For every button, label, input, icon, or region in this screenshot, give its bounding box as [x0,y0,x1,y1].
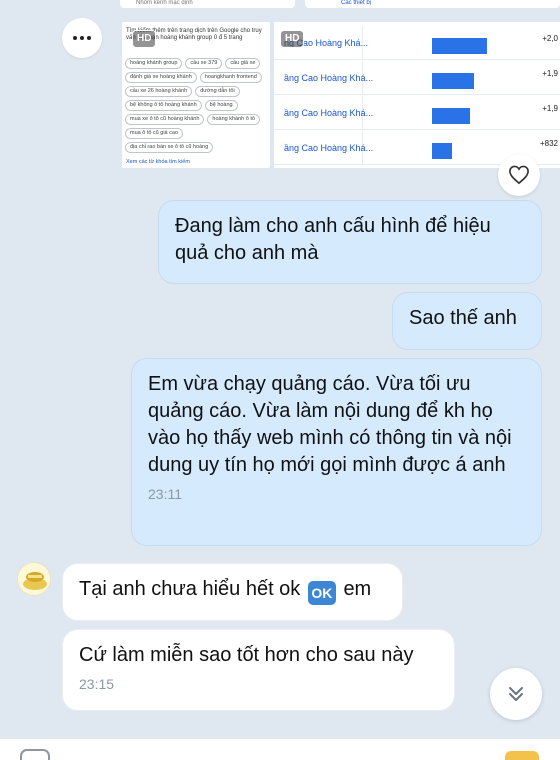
message-text: Em vừa chạy quảng cáo. Vừa tối ưu quảng … [148,373,512,476]
ok-emoji-icon: OK [307,581,336,605]
message-text: Tại anh chưa hiểu hết ok [79,578,301,600]
message-bubble-outgoing[interactable]: Em vừa chạy quảng cáo. Vừa tối ưu quảng … [131,358,542,546]
heart-icon [509,165,529,185]
impression-value: +832 [539,139,558,148]
message-bubble-outgoing[interactable]: Sao thế anh [392,292,542,350]
search-chip: hoangkhanh frontend [199,72,262,83]
message-text: em [343,578,372,600]
composer-bar [0,738,560,760]
impression-bar [432,108,470,124]
message-bubble-incoming[interactable]: Cứ làm miễn sao tốt hơn cho sau này 23:1… [62,629,455,711]
table-row: ầng Cao Hoàng Khá... +1,9 [274,96,560,130]
avatar[interactable] [17,562,51,596]
shared-image-ads-table[interactable]: ng Cao Hoàng Khá... +2,0 ầng Cao Hoàng K… [274,22,560,168]
impression-bar [432,73,474,89]
campaign-name: ầng Cao Hoàng Khá... [284,73,374,83]
scroll-to-bottom-button[interactable] [490,668,542,720]
reaction-button[interactable] [498,154,540,196]
campaign-name: ầng Cao Hoàng Khá... [284,143,374,153]
message-bubble-incoming[interactable]: Tại anh chưa hiểu hết ok OK em [62,563,403,621]
search-chip: đường dẫn tôi [195,86,240,97]
search-chip: hoàng khánh ô tô [207,114,260,125]
search-chip: cầu giá xe [225,58,261,69]
double-chevron-down-icon [509,687,523,701]
message-text: Sao thế anh [409,307,517,329]
search-chip: địa chỉ rao bán xe ô tô cũ hoàng [125,142,214,153]
search-tag: Nhóm kênh mặc định [120,0,295,8]
table-row: ầng Cao Hoàng Khá... +1,9 [274,61,560,95]
hd-badge: HD [132,30,157,48]
table-header-link: Các thiết bị [305,0,560,8]
campaign-name: ầng Cao Hoàng Khá... [284,108,374,118]
search-chip: mua xe ô tô cũ hoàng khánh [125,114,205,125]
search-chip: hoàng khánh group [125,58,183,69]
impression-value: +2,0 [542,34,558,43]
quick-action-icon[interactable] [505,751,539,760]
avatar-image [18,563,50,595]
table-row: ng Cao Hoàng Khá... +2,0 [274,26,560,60]
search-chip: mua ô tô cũ giá cao [125,128,184,139]
hd-badge: HD [280,30,305,48]
impression-bar [432,38,487,54]
message-time: 23:15 [79,676,115,692]
impression-value: +1,9 [542,104,558,113]
previous-image-strip: Nhóm kênh mặc định Các thiết bị [0,0,560,12]
search-chip: cầu xe 26 hoàng khánh [125,86,193,97]
google-more-link: Xem các từ khóa tìm kiếm [126,159,190,165]
related-search-chips: hoàng khánh group cầu xe 379 cầu giá xe … [122,58,270,153]
search-chip: cầu xe 379 [185,58,223,69]
sticker-icon[interactable] [20,749,50,760]
impression-value: +1,9 [542,69,558,78]
message-time: 23:11 [148,486,182,502]
message-text: Đang làm cho anh cấu hình để hiệu quả ch… [175,215,491,264]
message-text: Cứ làm miễn sao tốt hơn cho sau này [79,644,414,666]
search-chip: bệ hoàng [204,100,238,111]
message-bubble-outgoing[interactable]: Đang làm cho anh cấu hình để hiệu quả ch… [158,200,542,284]
more-options-button[interactable] [62,18,102,58]
more-dots-icon [73,36,91,40]
impression-bar [432,143,452,159]
search-chip: bệ không ô tô hoàng khánh [125,100,202,111]
search-chip: đánh giá xe hoàng khánh [125,72,197,83]
